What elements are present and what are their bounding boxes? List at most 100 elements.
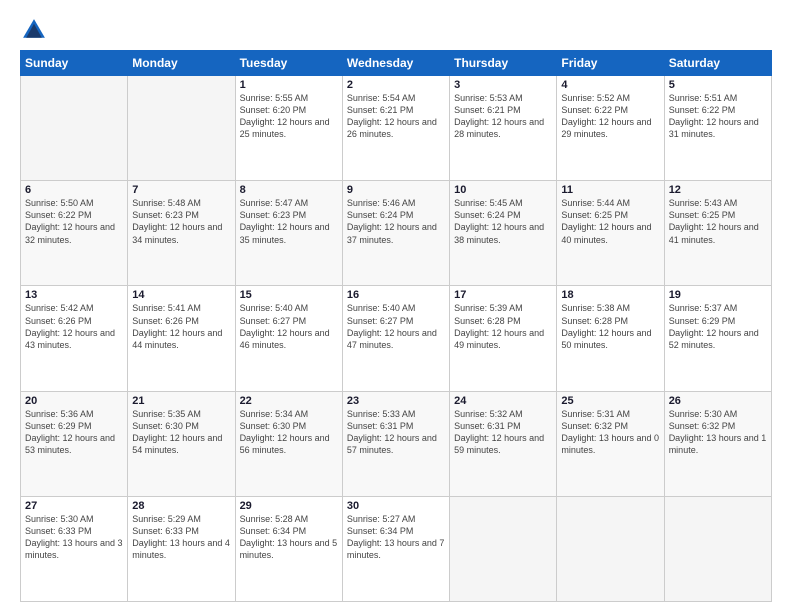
calendar-week-row: 1Sunrise: 5:55 AM Sunset: 6:20 PM Daylig… — [21, 76, 772, 181]
day-number: 29 — [240, 500, 338, 512]
calendar-cell: 22Sunrise: 5:34 AM Sunset: 6:30 PM Dayli… — [235, 391, 342, 496]
header — [20, 16, 772, 44]
day-number: 15 — [240, 289, 338, 301]
day-number: 1 — [240, 79, 338, 91]
day-info: Sunrise: 5:53 AM Sunset: 6:21 PM Dayligh… — [454, 92, 552, 141]
weekday-header-friday: Friday — [557, 51, 664, 76]
day-info: Sunrise: 5:44 AM Sunset: 6:25 PM Dayligh… — [561, 197, 659, 246]
day-number: 28 — [132, 500, 230, 512]
day-number: 3 — [454, 79, 552, 91]
calendar-week-row: 27Sunrise: 5:30 AM Sunset: 6:33 PM Dayli… — [21, 496, 772, 601]
calendar-week-row: 13Sunrise: 5:42 AM Sunset: 6:26 PM Dayli… — [21, 286, 772, 391]
day-number: 6 — [25, 184, 123, 196]
calendar-cell: 23Sunrise: 5:33 AM Sunset: 6:31 PM Dayli… — [342, 391, 449, 496]
calendar-cell: 20Sunrise: 5:36 AM Sunset: 6:29 PM Dayli… — [21, 391, 128, 496]
weekday-header-monday: Monday — [128, 51, 235, 76]
day-info: Sunrise: 5:40 AM Sunset: 6:27 PM Dayligh… — [347, 302, 445, 351]
calendar-cell: 2Sunrise: 5:54 AM Sunset: 6:21 PM Daylig… — [342, 76, 449, 181]
day-number: 11 — [561, 184, 659, 196]
day-number: 14 — [132, 289, 230, 301]
day-info: Sunrise: 5:29 AM Sunset: 6:33 PM Dayligh… — [132, 513, 230, 562]
day-info: Sunrise: 5:28 AM Sunset: 6:34 PM Dayligh… — [240, 513, 338, 562]
day-number: 9 — [347, 184, 445, 196]
day-info: Sunrise: 5:35 AM Sunset: 6:30 PM Dayligh… — [132, 408, 230, 457]
calendar-week-row: 6Sunrise: 5:50 AM Sunset: 6:22 PM Daylig… — [21, 181, 772, 286]
day-info: Sunrise: 5:40 AM Sunset: 6:27 PM Dayligh… — [240, 302, 338, 351]
day-info: Sunrise: 5:39 AM Sunset: 6:28 PM Dayligh… — [454, 302, 552, 351]
day-number: 30 — [347, 500, 445, 512]
weekday-header-row: SundayMondayTuesdayWednesdayThursdayFrid… — [21, 51, 772, 76]
day-info: Sunrise: 5:50 AM Sunset: 6:22 PM Dayligh… — [25, 197, 123, 246]
calendar-cell: 12Sunrise: 5:43 AM Sunset: 6:25 PM Dayli… — [664, 181, 771, 286]
day-info: Sunrise: 5:54 AM Sunset: 6:21 PM Dayligh… — [347, 92, 445, 141]
day-number: 4 — [561, 79, 659, 91]
day-info: Sunrise: 5:43 AM Sunset: 6:25 PM Dayligh… — [669, 197, 767, 246]
day-number: 5 — [669, 79, 767, 91]
weekday-header-sunday: Sunday — [21, 51, 128, 76]
calendar-cell: 9Sunrise: 5:46 AM Sunset: 6:24 PM Daylig… — [342, 181, 449, 286]
calendar-cell: 6Sunrise: 5:50 AM Sunset: 6:22 PM Daylig… — [21, 181, 128, 286]
calendar-cell: 11Sunrise: 5:44 AM Sunset: 6:25 PM Dayli… — [557, 181, 664, 286]
day-number: 22 — [240, 395, 338, 407]
day-info: Sunrise: 5:31 AM Sunset: 6:32 PM Dayligh… — [561, 408, 659, 457]
calendar-week-row: 20Sunrise: 5:36 AM Sunset: 6:29 PM Dayli… — [21, 391, 772, 496]
day-info: Sunrise: 5:52 AM Sunset: 6:22 PM Dayligh… — [561, 92, 659, 141]
calendar-cell: 29Sunrise: 5:28 AM Sunset: 6:34 PM Dayli… — [235, 496, 342, 601]
day-number: 18 — [561, 289, 659, 301]
day-number: 12 — [669, 184, 767, 196]
day-info: Sunrise: 5:46 AM Sunset: 6:24 PM Dayligh… — [347, 197, 445, 246]
day-info: Sunrise: 5:37 AM Sunset: 6:29 PM Dayligh… — [669, 302, 767, 351]
day-info: Sunrise: 5:41 AM Sunset: 6:26 PM Dayligh… — [132, 302, 230, 351]
day-info: Sunrise: 5:32 AM Sunset: 6:31 PM Dayligh… — [454, 408, 552, 457]
calendar-cell: 8Sunrise: 5:47 AM Sunset: 6:23 PM Daylig… — [235, 181, 342, 286]
day-number: 10 — [454, 184, 552, 196]
day-number: 26 — [669, 395, 767, 407]
day-info: Sunrise: 5:51 AM Sunset: 6:22 PM Dayligh… — [669, 92, 767, 141]
day-number: 25 — [561, 395, 659, 407]
logo — [20, 16, 52, 44]
calendar-cell: 28Sunrise: 5:29 AM Sunset: 6:33 PM Dayli… — [128, 496, 235, 601]
calendar-cell — [450, 496, 557, 601]
day-info: Sunrise: 5:47 AM Sunset: 6:23 PM Dayligh… — [240, 197, 338, 246]
calendar-cell: 25Sunrise: 5:31 AM Sunset: 6:32 PM Dayli… — [557, 391, 664, 496]
day-info: Sunrise: 5:33 AM Sunset: 6:31 PM Dayligh… — [347, 408, 445, 457]
day-number: 13 — [25, 289, 123, 301]
day-info: Sunrise: 5:30 AM Sunset: 6:33 PM Dayligh… — [25, 513, 123, 562]
calendar-cell: 10Sunrise: 5:45 AM Sunset: 6:24 PM Dayli… — [450, 181, 557, 286]
day-number: 27 — [25, 500, 123, 512]
calendar-cell: 14Sunrise: 5:41 AM Sunset: 6:26 PM Dayli… — [128, 286, 235, 391]
day-number: 20 — [25, 395, 123, 407]
day-number: 2 — [347, 79, 445, 91]
day-number: 21 — [132, 395, 230, 407]
weekday-header-wednesday: Wednesday — [342, 51, 449, 76]
calendar-cell: 15Sunrise: 5:40 AM Sunset: 6:27 PM Dayli… — [235, 286, 342, 391]
day-info: Sunrise: 5:34 AM Sunset: 6:30 PM Dayligh… — [240, 408, 338, 457]
calendar-cell: 27Sunrise: 5:30 AM Sunset: 6:33 PM Dayli… — [21, 496, 128, 601]
calendar-cell: 1Sunrise: 5:55 AM Sunset: 6:20 PM Daylig… — [235, 76, 342, 181]
calendar-cell: 17Sunrise: 5:39 AM Sunset: 6:28 PM Dayli… — [450, 286, 557, 391]
calendar-cell: 26Sunrise: 5:30 AM Sunset: 6:32 PM Dayli… — [664, 391, 771, 496]
day-info: Sunrise: 5:30 AM Sunset: 6:32 PM Dayligh… — [669, 408, 767, 457]
day-info: Sunrise: 5:38 AM Sunset: 6:28 PM Dayligh… — [561, 302, 659, 351]
day-number: 7 — [132, 184, 230, 196]
day-number: 16 — [347, 289, 445, 301]
weekday-header-saturday: Saturday — [664, 51, 771, 76]
weekday-header-thursday: Thursday — [450, 51, 557, 76]
day-number: 23 — [347, 395, 445, 407]
calendar-cell — [664, 496, 771, 601]
calendar-cell: 3Sunrise: 5:53 AM Sunset: 6:21 PM Daylig… — [450, 76, 557, 181]
calendar-cell: 5Sunrise: 5:51 AM Sunset: 6:22 PM Daylig… — [664, 76, 771, 181]
calendar-cell: 21Sunrise: 5:35 AM Sunset: 6:30 PM Dayli… — [128, 391, 235, 496]
day-number: 24 — [454, 395, 552, 407]
day-info: Sunrise: 5:48 AM Sunset: 6:23 PM Dayligh… — [132, 197, 230, 246]
day-info: Sunrise: 5:55 AM Sunset: 6:20 PM Dayligh… — [240, 92, 338, 141]
calendar-cell: 13Sunrise: 5:42 AM Sunset: 6:26 PM Dayli… — [21, 286, 128, 391]
calendar-cell: 16Sunrise: 5:40 AM Sunset: 6:27 PM Dayli… — [342, 286, 449, 391]
day-number: 19 — [669, 289, 767, 301]
calendar-cell — [128, 76, 235, 181]
day-info: Sunrise: 5:42 AM Sunset: 6:26 PM Dayligh… — [25, 302, 123, 351]
calendar-cell: 24Sunrise: 5:32 AM Sunset: 6:31 PM Dayli… — [450, 391, 557, 496]
calendar-cell: 18Sunrise: 5:38 AM Sunset: 6:28 PM Dayli… — [557, 286, 664, 391]
calendar-cell — [557, 496, 664, 601]
day-number: 17 — [454, 289, 552, 301]
